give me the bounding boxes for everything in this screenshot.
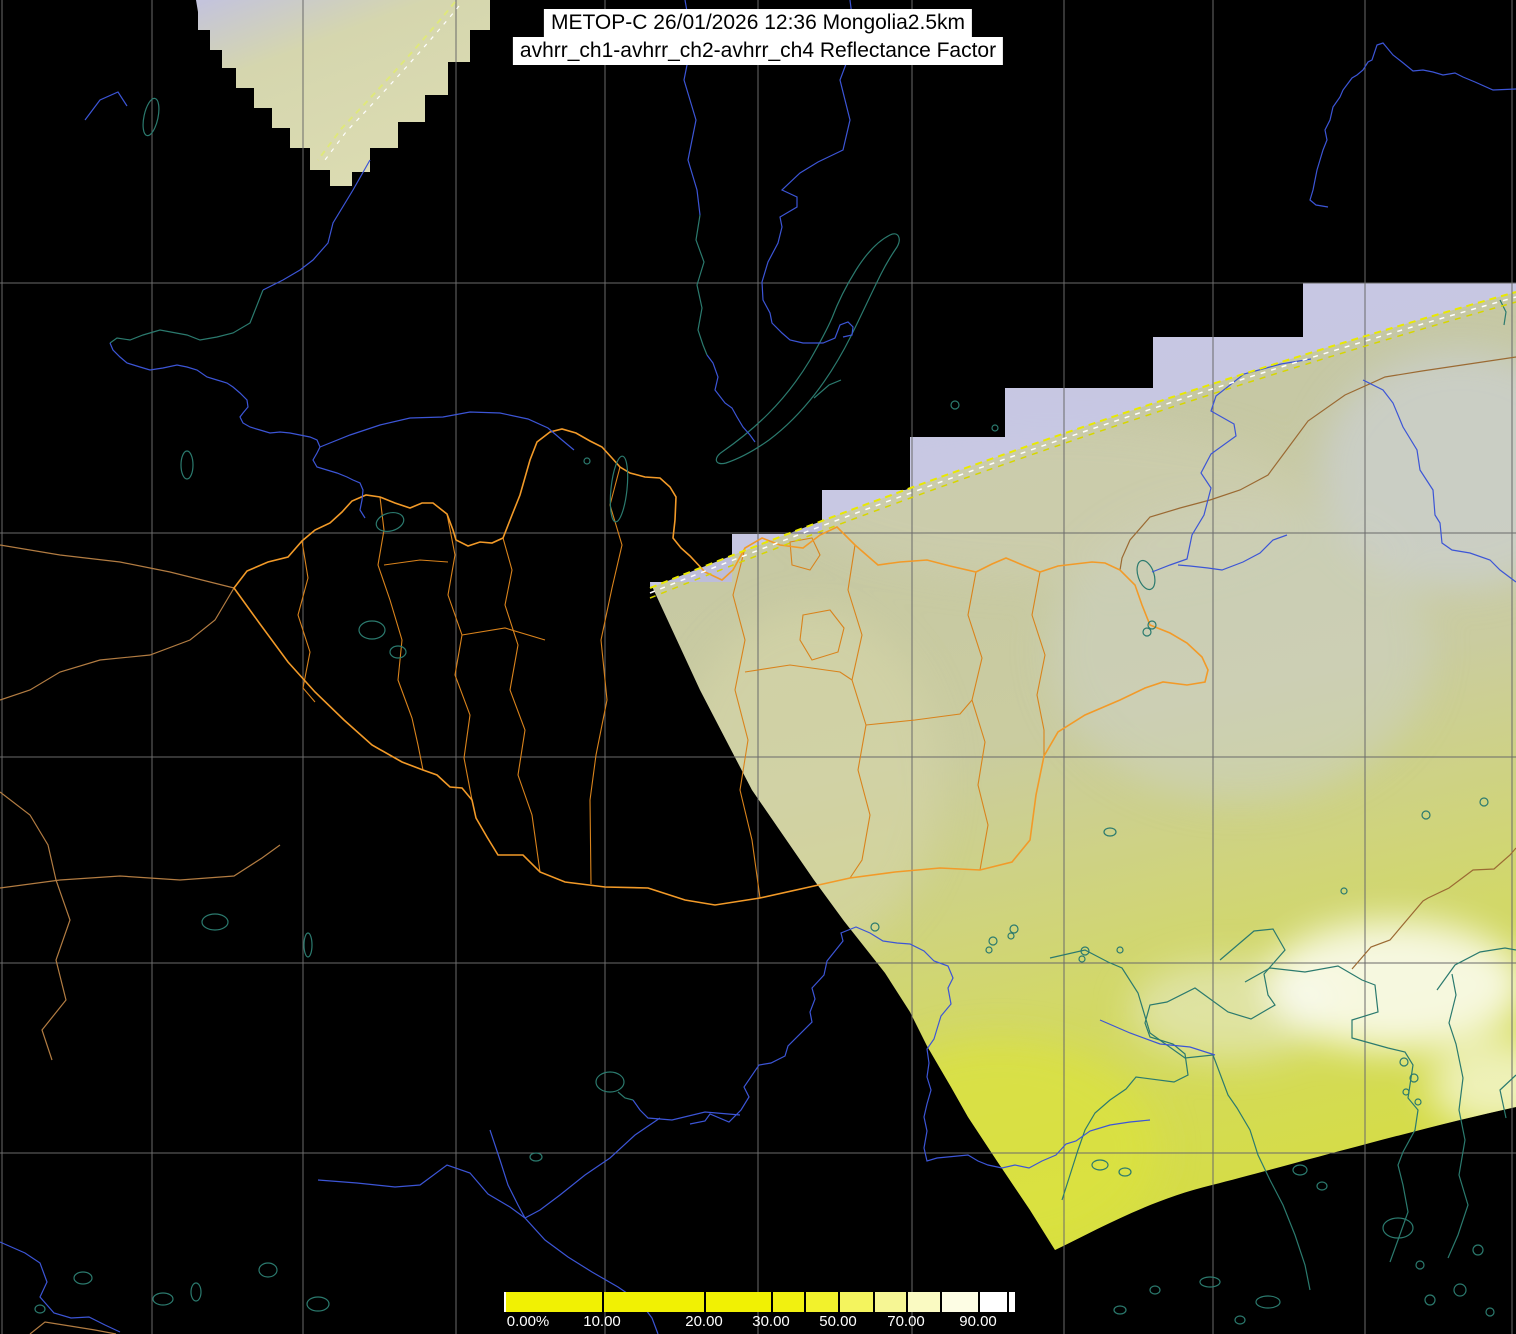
colorbar-tick bbox=[940, 1292, 942, 1312]
satellite-swath bbox=[650, 283, 1516, 1250]
colorbar-tick bbox=[873, 1292, 875, 1312]
satellite-swath-corner-piece bbox=[196, 0, 490, 186]
colorbar-tick bbox=[838, 1292, 840, 1312]
satellite-viewer: METOP-C 26/01/2026 12:36 Mongolia2.5km a… bbox=[0, 0, 1516, 1334]
colorbar-tick-label: 50.00 bbox=[819, 1313, 857, 1330]
colorbar-labels: 0.00% 10.00 20.00 30.00 50.00 70.00 90.0… bbox=[504, 1313, 1015, 1333]
colorbar-tick bbox=[906, 1292, 908, 1312]
colorbar-tick-label: 90.00 bbox=[959, 1313, 997, 1330]
colorbar-tick bbox=[704, 1292, 706, 1312]
reflectance-colorbar: 0.00% 10.00 20.00 30.00 50.00 70.00 90.0… bbox=[504, 1292, 1015, 1334]
colorbar-tick bbox=[804, 1292, 806, 1312]
colorbar-tick-label: 20.00 bbox=[685, 1313, 723, 1330]
colorbar-tick-label: 30.00 bbox=[752, 1313, 790, 1330]
image-title: METOP-C 26/01/2026 12:36 Mongolia2.5km a… bbox=[512, 9, 1004, 65]
colorbar-tick-label: 70.00 bbox=[887, 1313, 925, 1330]
colorbar-gradient bbox=[504, 1292, 1015, 1312]
satellite-map-canvas bbox=[0, 0, 1516, 1334]
colorbar-tick bbox=[978, 1292, 980, 1312]
colorbar-tick-label: 0.00% bbox=[506, 1313, 550, 1330]
colorbar-tick bbox=[771, 1292, 773, 1312]
title-line2: avhrr_ch1-avhrr_ch2-avhrr_ch4 Reflectanc… bbox=[512, 37, 1004, 65]
colorbar-tick bbox=[602, 1292, 604, 1312]
border-west-countries bbox=[0, 544, 281, 1334]
lake-baikal bbox=[715, 233, 900, 465]
title-line1: METOP-C 26/01/2026 12:36 Mongolia2.5km bbox=[543, 9, 972, 37]
colorbar-tick-label: 10.00 bbox=[583, 1313, 621, 1330]
